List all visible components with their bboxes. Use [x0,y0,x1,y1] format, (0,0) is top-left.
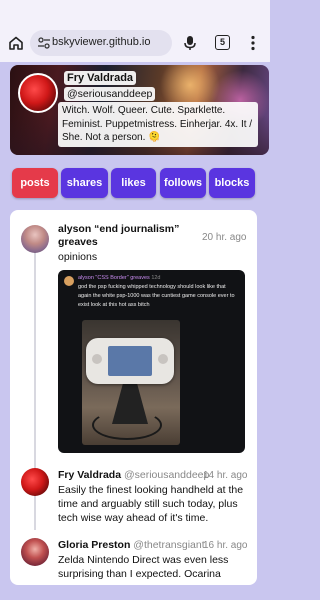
avatar[interactable] [21,225,49,253]
post-author[interactable]: Gloria Preston @thetransgiant [58,539,205,551]
quoted-author: alyson "CSS Border" greaves 12d [78,275,161,281]
profile-bio: Witch. Wolf. Queer. Cute. Sparklette. Fe… [58,102,258,147]
post-time[interactable]: 16 hr. ago [203,540,247,551]
post-author-handle: @thetransgiant [133,539,205,551]
post-text: Zelda Nintendo Direct was even less surp… [58,554,229,580]
tab-switcher-button[interactable]: 5 [215,35,230,50]
screen [108,346,152,376]
microphone-icon[interactable] [183,35,197,51]
post-time[interactable]: 14 hr. ago [203,470,247,481]
quoted-author-name: alyson "CSS Border" greaves [78,275,150,281]
dpad [92,354,102,364]
tab-shares[interactable]: shares [61,168,108,198]
post-author-name[interactable]: alyson “end journalism” greaves [58,223,203,249]
quoted-text: god the psp fucking whipped technology s… [78,284,235,308]
quoted-time: 12d [151,275,161,281]
avatar[interactable] [21,538,49,566]
avatar [64,276,74,286]
tab-posts[interactable]: posts [12,168,58,198]
tab-blocks[interactable]: blocks [209,168,255,198]
profile-avatar[interactable] [18,73,58,113]
feed-list: alyson “end journalism” greaves 20 hr. a… [10,210,257,585]
home-icon[interactable] [8,35,24,51]
site-settings-icon[interactable] [37,36,51,50]
stand [112,384,148,424]
quoted-post-image[interactable]: alyson "CSS Border" greaves 12d god the … [58,270,245,453]
buttons [158,354,168,364]
address-bar[interactable]: bskyviewer.github.io [30,30,172,56]
profile-name: Fry Valdrada [64,71,137,85]
post-author-handle: @seriousanddeep [123,469,210,481]
post-time[interactable]: 20 hr. ago [202,232,246,243]
url-text: bskyviewer.github.io [52,36,151,48]
profile-handle[interactable]: @seriousanddeep [64,87,156,101]
browser-toolbar: bskyviewer.github.io 5 [0,0,270,62]
avatar[interactable] [21,468,49,496]
post-author-name: Gloria Preston [58,539,131,551]
post-author[interactable]: Fry Valdrada @seriousanddeep [58,469,209,481]
tab-follows[interactable]: follows [160,168,206,198]
post-author-name: Fry Valdrada [58,469,122,481]
profile-banner: Fry Valdrada @seriousanddeep Witch. Wolf… [10,65,269,155]
psp-photo [82,320,180,445]
post-text: Easily the finest looking handheld at th… [58,484,244,524]
post-text: opinions [58,251,98,263]
psp-console [86,338,174,384]
tab-likes[interactable]: likes [111,168,156,198]
more-vert-icon[interactable] [250,35,256,51]
